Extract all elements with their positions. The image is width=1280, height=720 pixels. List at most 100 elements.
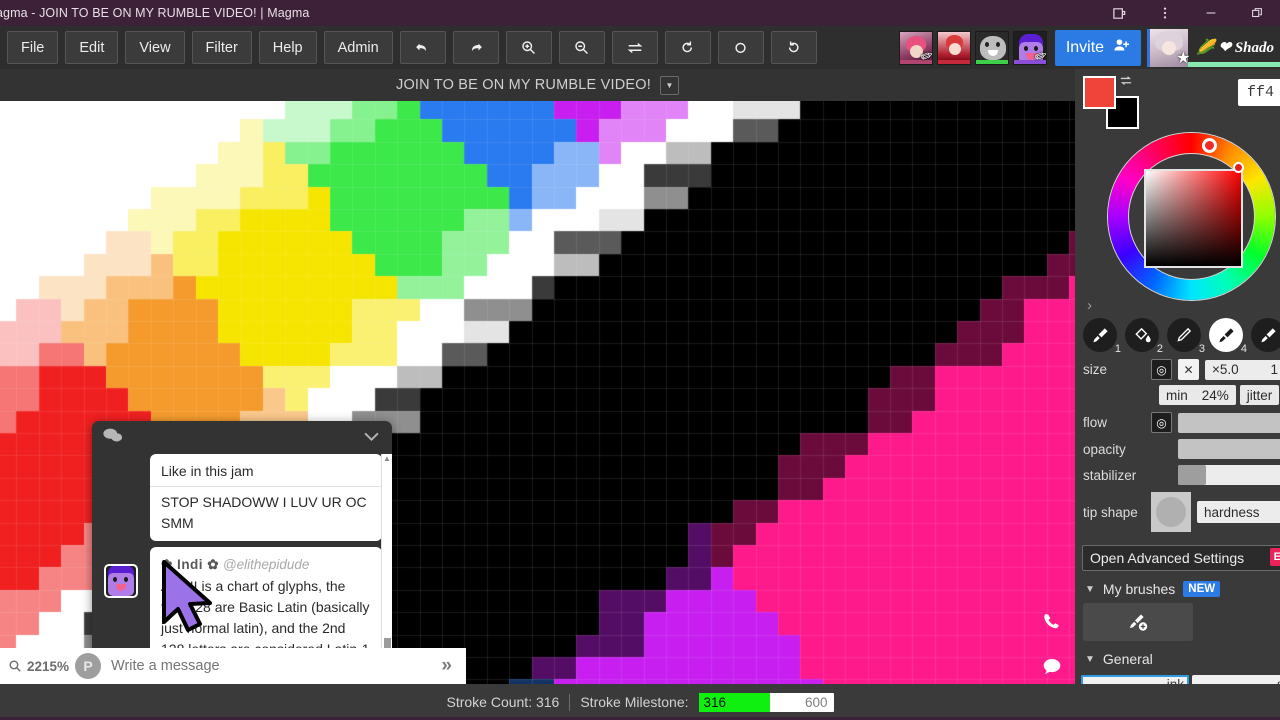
menu-view[interactable]: View: [125, 31, 185, 64]
collab-avatar-3[interactable]: [974, 30, 1009, 65]
chat-bubble-icon[interactable]: [1041, 656, 1063, 684]
tip-shape-row: tip shape hardness: [1075, 488, 1280, 536]
advanced-settings-label: Open Advanced Settings: [1090, 550, 1245, 566]
collab-avatar-2[interactable]: [936, 30, 971, 65]
zoom-level: 2215%: [27, 658, 70, 674]
general-section-header[interactable]: ▼ General: [1075, 641, 1280, 673]
flow-pressure-toggle-icon[interactable]: ◎: [1151, 412, 1172, 433]
chat-message-text: STOP SHADOWW I LUV UR OC SMM: [161, 494, 367, 531]
stabilizer-setting-row: stabilizer: [1075, 462, 1280, 488]
main-toolbar: File Edit View Filter Help Admin ✏ ✏ Inv…: [0, 26, 1280, 69]
brush-tool-selected-icon[interactable]: 4: [1209, 318, 1247, 355]
menu-help[interactable]: Help: [258, 31, 317, 64]
chevron-down-icon[interactable]: ▼: [1085, 654, 1095, 665]
stroke-milestone-label: Stroke Milestone:: [580, 694, 689, 710]
tool-number: 3: [1198, 343, 1205, 355]
invite-button[interactable]: Invite: [1054, 29, 1142, 66]
saturation-value-knob[interactable]: [1233, 162, 1244, 173]
tip-shape-preview[interactable]: [1151, 492, 1191, 532]
flip-horizontal-icon[interactable]: [611, 31, 658, 64]
stabilizer-label: stabilizer: [1083, 467, 1137, 483]
brush-settings-panel: ff4 › 1 2 3 4 size ◎ ✕ ×5.0 1 min 24% ji…: [1075, 69, 1280, 720]
flow-label: flow: [1083, 415, 1108, 430]
color-swatches: ff4: [1075, 69, 1280, 129]
size-clear-icon[interactable]: ✕: [1178, 359, 1199, 380]
current-user-badge[interactable]: ★ 🌽 ❤ Shado: [1147, 28, 1280, 67]
stroke-count-label: Stroke Count: 316: [446, 694, 560, 710]
chevron-down-icon[interactable]: ▼: [659, 75, 679, 95]
fill-bucket-icon[interactable]: 2: [1125, 318, 1163, 355]
swap-colors-icon[interactable]: [1119, 75, 1133, 90]
tip-shape-label: tip shape: [1083, 504, 1138, 520]
brush-tools-row: 1 2 3 4: [1075, 310, 1280, 356]
size-value: ×5.0: [1212, 362, 1239, 377]
add-brush-icon[interactable]: [1083, 603, 1193, 641]
hardness-label: hardness: [1204, 504, 1260, 520]
chat-message-input[interactable]: [101, 658, 428, 674]
hex-color-input[interactable]: ff4: [1238, 79, 1280, 106]
advanced-settings-badge: E: [1269, 548, 1280, 566]
size-label: size: [1083, 362, 1108, 377]
minimize-button[interactable]: [1188, 0, 1234, 26]
chat-message: STOP SHADOWW I LUV UR OC SMM: [150, 487, 382, 541]
tool-number: 2: [1156, 343, 1163, 355]
user-progress-bar: [1188, 61, 1280, 67]
zoom-out-icon[interactable]: [558, 31, 605, 64]
collab-avatar-1[interactable]: ✏: [898, 30, 933, 65]
opacity-slider[interactable]: [1178, 439, 1280, 459]
size-setting-row: size ◎ ✕ ×5.0 1: [1075, 356, 1280, 383]
more-menu-icon[interactable]: [1142, 0, 1188, 26]
size-max-value: 1: [1270, 362, 1278, 377]
reset-rotation-icon[interactable]: [717, 31, 764, 64]
menu-admin[interactable]: Admin: [323, 31, 393, 64]
menu-file[interactable]: File: [7, 31, 59, 64]
rotate-right-icon[interactable]: [770, 31, 817, 64]
chevron-down-icon[interactable]: [363, 429, 380, 447]
my-brushes-label: My brushes: [1102, 581, 1176, 597]
stabilizer-slider[interactable]: [1178, 465, 1280, 485]
open-advanced-settings-button[interactable]: Open Advanced Settings E: [1082, 545, 1280, 571]
canvas-title: JOIN TO BE ON MY RUMBLE VIDEO!: [396, 77, 651, 93]
menu-edit[interactable]: Edit: [65, 31, 119, 64]
opacity-setting-row: opacity: [1075, 436, 1280, 462]
pencil-tool-icon[interactable]: 3: [1167, 318, 1205, 355]
hardness-slider[interactable]: hardness: [1197, 501, 1280, 523]
my-brushes-section-header[interactable]: ▼ My brushes NEW: [1075, 571, 1280, 603]
scroll-up-icon[interactable]: ▲: [383, 454, 391, 464]
min-size-field[interactable]: min 24%: [1159, 385, 1236, 405]
hue-knob[interactable]: [1202, 138, 1217, 153]
brush-tool-5-icon[interactable]: 5: [1251, 318, 1280, 352]
color-wheel-picker[interactable]: [1075, 113, 1280, 313]
rotate-left-icon[interactable]: [664, 31, 711, 64]
mouse-cursor: [160, 560, 218, 641]
collab-avatar-4[interactable]: ✏: [1012, 30, 1047, 65]
chat-panel-header: [92, 421, 392, 454]
invite-label: Invite: [1065, 38, 1105, 56]
send-message-icon[interactable]: »: [427, 655, 466, 677]
chat-input-bar[interactable]: 2215% P »: [0, 648, 466, 684]
window-title: agma - JOIN TO BE ON MY RUMBLE VIDEO! | …: [0, 6, 310, 20]
zoom-in-icon[interactable]: [505, 31, 552, 64]
canvas-header: JOIN TO BE ON MY RUMBLE VIDEO! ▼: [0, 69, 1075, 101]
menu-filter[interactable]: Filter: [191, 31, 252, 64]
palette-button[interactable]: P: [75, 653, 102, 679]
foreground-color-swatch[interactable]: [1083, 76, 1116, 109]
zoom-indicator[interactable]: 2215%: [0, 659, 69, 674]
call-icon[interactable]: [1041, 611, 1063, 639]
flow-slider[interactable]: [1178, 412, 1280, 433]
new-badge: NEW: [1183, 581, 1221, 597]
brush-tool-icon[interactable]: 1: [1083, 318, 1121, 355]
min-jitter-row: min 24% jitter: [1075, 383, 1280, 409]
extensions-icon[interactable]: [1096, 0, 1142, 26]
general-label: General: [1102, 651, 1153, 667]
size-slider[interactable]: ×5.0 1: [1205, 359, 1280, 380]
restore-button[interactable]: [1234, 0, 1280, 26]
jitter-field[interactable]: jitter: [1239, 385, 1280, 405]
saturation-value-square[interactable]: [1144, 169, 1243, 268]
redo-arrow-icon[interactable]: [452, 31, 499, 64]
window-titlebar: agma - JOIN TO BE ON MY RUMBLE VIDEO! | …: [0, 0, 1280, 26]
chevron-down-icon[interactable]: ▼: [1085, 584, 1095, 595]
chat-panel[interactable]: Like in this jam STOP SHADOWW I LUV UR O…: [92, 421, 392, 686]
undo-arrow-icon[interactable]: [399, 31, 446, 64]
size-pressure-toggle-icon[interactable]: ◎: [1151, 359, 1172, 380]
